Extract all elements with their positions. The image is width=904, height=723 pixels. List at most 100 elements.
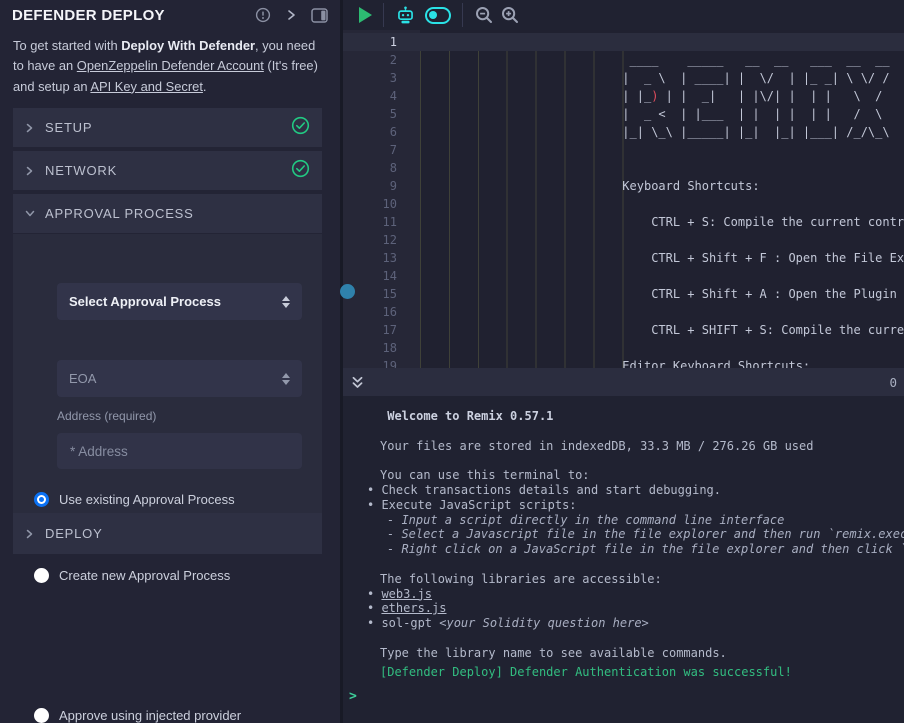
line-number: 6 bbox=[343, 123, 397, 141]
line-number: 11 bbox=[343, 213, 397, 231]
section-header-setup[interactable]: SETUP bbox=[13, 108, 322, 147]
line-number: 16 bbox=[343, 303, 397, 321]
panel-header: DEFENDER DEPLOY bbox=[0, 0, 340, 30]
terminal-line: • Execute JavaScript scripts: bbox=[343, 498, 904, 513]
pin-panel-icon[interactable] bbox=[311, 8, 328, 23]
line-number: 19 bbox=[343, 357, 397, 368]
code-line: Keyboard Shortcuts: bbox=[420, 177, 904, 195]
approval-process-select[interactable]: Select Approval Process bbox=[57, 283, 302, 320]
ai-toggle-icon[interactable] bbox=[425, 7, 451, 24]
terminal-line: You can use this terminal to: bbox=[343, 468, 904, 483]
terminal-line: The following libraries are accessible: bbox=[343, 572, 904, 587]
terminal-line: • ethers.js bbox=[343, 601, 904, 616]
splitter-drag-handle[interactable] bbox=[340, 284, 355, 299]
section-label: DEPLOY bbox=[45, 526, 310, 541]
terminal-line: Type the library name to see available c… bbox=[343, 646, 904, 661]
terminal-line: • web3.js bbox=[343, 587, 904, 602]
info-alert-icon[interactable] bbox=[255, 7, 271, 23]
chevron-down-icon bbox=[25, 209, 39, 218]
line-number: 3 bbox=[343, 69, 397, 87]
terminal-line: - Select a Javascript file in the file e… bbox=[343, 527, 904, 542]
terminal-line: - Input a script directly in the command… bbox=[343, 513, 904, 528]
terminal-library-link[interactable]: web3.js bbox=[381, 587, 432, 601]
code-line: ____ _____ __ __ ___ __ __ bbox=[420, 51, 904, 69]
network-complete-check-icon bbox=[291, 159, 310, 183]
terminal-line: Your files are stored in indexedDB, 33.3… bbox=[343, 439, 904, 454]
terminal-header: 0 bbox=[343, 368, 904, 396]
code-line: Editor Keyboard Shortcuts: bbox=[420, 357, 904, 368]
zoom-in-icon[interactable] bbox=[500, 5, 520, 25]
section-label: NETWORK bbox=[45, 163, 291, 178]
terminal-prompt[interactable]: > bbox=[343, 689, 904, 704]
terminal-line bbox=[343, 631, 904, 646]
terminal-line bbox=[343, 424, 904, 439]
terminal-line: • sol-gpt <your Solidity question here> bbox=[343, 616, 904, 631]
line-number: 17 bbox=[343, 321, 397, 339]
section-header-approval-process[interactable]: APPROVAL PROCESS bbox=[13, 194, 322, 233]
approval-process-form: Use existing Approval Process Select App… bbox=[13, 234, 322, 513]
section-header-network[interactable]: NETWORK bbox=[13, 151, 322, 190]
code-line: | _ \ | ____| | \/ | |_ _| \ \/ / bbox=[420, 69, 904, 87]
chevron-right-icon bbox=[25, 166, 39, 176]
select-arrows-icon bbox=[282, 296, 290, 308]
terminal-line: • Check transactions details and start d… bbox=[343, 483, 904, 498]
line-number: 14 bbox=[343, 267, 397, 285]
code-line: | _ < | |___ | | | | | | / \ bbox=[420, 105, 904, 123]
terminal-output[interactable]: Welcome to Remix 0.57.1 Your files are s… bbox=[343, 396, 904, 723]
terminal-line: - Right click on a JavaScript file in th… bbox=[343, 542, 904, 557]
section-header-deploy[interactable]: DEPLOY bbox=[13, 513, 322, 554]
line-number: 7 bbox=[343, 141, 397, 159]
approval-type-select[interactable]: EOA bbox=[57, 360, 302, 397]
editor-toolbar bbox=[343, 0, 904, 30]
line-number: 8 bbox=[343, 159, 397, 177]
run-script-icon[interactable] bbox=[356, 6, 374, 24]
line-number: 1 bbox=[343, 33, 397, 51]
remix-ide-window: DEFENDER DEPLOY To get started with Depl… bbox=[0, 0, 904, 723]
radio-unchecked-icon[interactable] bbox=[34, 568, 49, 583]
line-number: 10 bbox=[343, 195, 397, 213]
intro-text: To get started with Deploy With Defender… bbox=[13, 36, 327, 97]
radio-use-existing-approval[interactable]: Use existing Approval Process bbox=[34, 490, 235, 508]
select-arrows-icon bbox=[282, 373, 290, 385]
code-editor[interactable]: 12 ____ _____ __ __ ___ __ __ 3 | _ \ | _… bbox=[343, 30, 904, 368]
intro-link[interactable]: OpenZeppelin Defender Account bbox=[77, 58, 264, 73]
code-line: |_| \_\ |_____| |_| |_| |___| /_/\_\ bbox=[420, 123, 904, 141]
code-line: CTRL + Shift + F : Open the File Explore… bbox=[420, 249, 904, 267]
code-line: CTRL + Shift + A : Open the Plugin Manag… bbox=[420, 285, 904, 303]
ai-assistant-robot-icon[interactable] bbox=[395, 5, 416, 26]
address-input[interactable] bbox=[57, 433, 302, 469]
code-line: CTRL + S: Compile the current contract bbox=[420, 213, 904, 231]
terminal-line: [Defender Deploy] Defender Authenticatio… bbox=[343, 665, 904, 680]
toolbar-divider bbox=[462, 3, 463, 27]
line-number: 18 bbox=[343, 339, 397, 357]
code-line: | |_) | | _| | |\/| | | | \ / bbox=[420, 87, 904, 105]
chevron-right-icon bbox=[25, 529, 39, 539]
line-number: 13 bbox=[343, 249, 397, 267]
line-number: 5 bbox=[343, 105, 397, 123]
main-editor-pane: 12 ____ _____ __ __ ___ __ __ 3 | _ \ | _… bbox=[343, 0, 904, 723]
line-number: 12 bbox=[343, 231, 397, 249]
code-line: CTRL + SHIFT + S: Compile the current co… bbox=[420, 321, 904, 339]
defender-deploy-panel: DEFENDER DEPLOY To get started with Depl… bbox=[0, 0, 340, 723]
transaction-count-badge: 0 bbox=[889, 375, 897, 390]
terminal-line bbox=[343, 453, 904, 468]
section-label: APPROVAL PROCESS bbox=[45, 206, 310, 221]
toolbar-divider bbox=[383, 3, 384, 27]
terminal-collapse-icon[interactable] bbox=[350, 375, 365, 390]
terminal-library-link[interactable]: ethers.js bbox=[381, 601, 446, 615]
terminal-line: Welcome to Remix 0.57.1 bbox=[343, 409, 904, 424]
radio-unchecked-icon[interactable] bbox=[34, 708, 49, 723]
radio-checked-icon[interactable] bbox=[34, 492, 49, 507]
radio-create-new-approval[interactable]: Create new Approval Process bbox=[34, 566, 230, 584]
radio-approve-injected-provider[interactable]: Approve using injected provider bbox=[34, 706, 241, 723]
line-number: 2 bbox=[343, 51, 397, 69]
address-field-label: Address (required) bbox=[57, 409, 156, 423]
panel-title: DEFENDER DEPLOY bbox=[12, 7, 255, 24]
zoom-out-icon[interactable] bbox=[474, 5, 494, 25]
intro-link[interactable]: API Key and Secret bbox=[90, 79, 203, 94]
line-number: 9 bbox=[343, 177, 397, 195]
section-label: SETUP bbox=[45, 120, 291, 135]
chevron-right-icon[interactable] bbox=[285, 9, 297, 21]
terminal-line bbox=[343, 557, 904, 572]
current-line-highlight bbox=[343, 33, 904, 51]
